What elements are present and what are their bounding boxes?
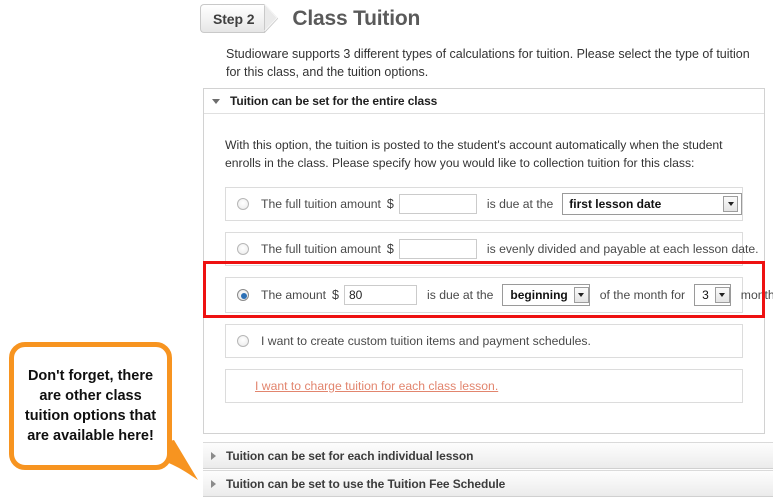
tuition-entire-class-panel: Tuition can be set for the entire class …: [203, 88, 773, 434]
option-2-label-before: The full tuition amount: [261, 242, 381, 256]
option-3-months-select[interactable]: 3: [694, 284, 731, 306]
option-row-full-tuition-divided[interactable]: The full tuition amount $ is evenly divi…: [225, 232, 759, 266]
chevron-right-icon: [211, 479, 216, 488]
radio-full-tuition-divided[interactable]: [237, 243, 249, 255]
option-row-amount-monthly[interactable]: The amount $ is due at the beginning of …: [225, 277, 773, 313]
option-1-label-before: The full tuition amount: [261, 197, 381, 211]
option-3-label-before: The amount: [261, 288, 327, 302]
option-3-label-middle: is due at the: [427, 288, 494, 302]
accordion-fee-schedule-label: Tuition can be set to use the Tuition Fe…: [226, 476, 506, 491]
chevron-down-icon[interactable]: [723, 196, 738, 212]
step-badge: Step 2: [200, 4, 266, 33]
chevron-down-icon[interactable]: [573, 287, 589, 303]
option-3-label-middle2: of the month for: [599, 288, 686, 302]
option-1-due-date-value: first lesson date: [569, 197, 662, 211]
option-3-amount-input[interactable]: [344, 285, 417, 305]
panel-description: With this option, the tuition is posted …: [225, 138, 723, 170]
accordion-individual-lesson-label: Tuition can be set for each individual l…: [226, 448, 474, 463]
option-1-label-middle: is due at the: [486, 197, 554, 211]
charge-tuition-per-lesson-row[interactable]: I want to charge tuition for each class …: [225, 369, 743, 403]
option-1-currency: $: [386, 197, 394, 211]
accordion-fee-schedule[interactable]: Tuition can be set to use the Tuition Fe…: [203, 470, 773, 497]
intro-paragraph: Studioware supports 3 different types of…: [226, 47, 750, 79]
option-1-due-date-select[interactable]: first lesson date: [562, 193, 742, 215]
step-arrow-icon: [264, 4, 279, 33]
page-title: Class Tuition: [292, 6, 421, 30]
option-3-period-value: beginning: [510, 288, 568, 302]
callout-text: Don't forget, there are other class tuit…: [24, 368, 157, 444]
option-2-amount-input[interactable]: [398, 239, 477, 259]
accordion-individual-lesson[interactable]: Tuition can be set for each individual l…: [203, 442, 773, 469]
option-2-currency: $: [386, 242, 394, 256]
panel-header-label: Tuition can be set for the entire class: [230, 94, 438, 108]
chevron-down-icon[interactable]: [714, 287, 730, 303]
option-1-amount-input[interactable]: [398, 194, 477, 214]
chevron-right-icon: [211, 451, 216, 460]
option-row-full-tuition-due-at[interactable]: The full tuition amount $ is due at the …: [225, 187, 743, 221]
screen: Step 2 Class Tuition Studioware supports…: [0, 0, 773, 503]
chevron-down-icon: [212, 98, 220, 104]
page-header: Step 2 Class Tuition: [200, 4, 420, 33]
callout-bubble: Don't forget, there are other class tuit…: [9, 342, 172, 470]
option-3-label-after: month(s): [740, 288, 773, 302]
radio-custom-tuition[interactable]: [237, 335, 249, 347]
option-2-label-after: is evenly divided and payable at each le…: [486, 242, 759, 256]
panel-header-entire-class[interactable]: Tuition can be set for the entire class: [204, 89, 764, 114]
charge-tuition-per-lesson-link[interactable]: I want to charge tuition for each class …: [255, 379, 498, 393]
option-3-currency: $: [332, 288, 339, 302]
option-3-period-select[interactable]: beginning: [502, 284, 590, 306]
option-row-custom-tuition[interactable]: I want to create custom tuition items an…: [225, 324, 743, 358]
radio-amount-monthly[interactable]: [237, 289, 249, 301]
panel-body: With this option, the tuition is posted …: [204, 114, 773, 403]
option-3-months-value: 3: [702, 288, 709, 302]
step-badge-wrapper: Step 2: [200, 4, 279, 33]
option-4-label: I want to create custom tuition items an…: [261, 334, 591, 348]
radio-full-tuition-due-at[interactable]: [237, 198, 249, 210]
